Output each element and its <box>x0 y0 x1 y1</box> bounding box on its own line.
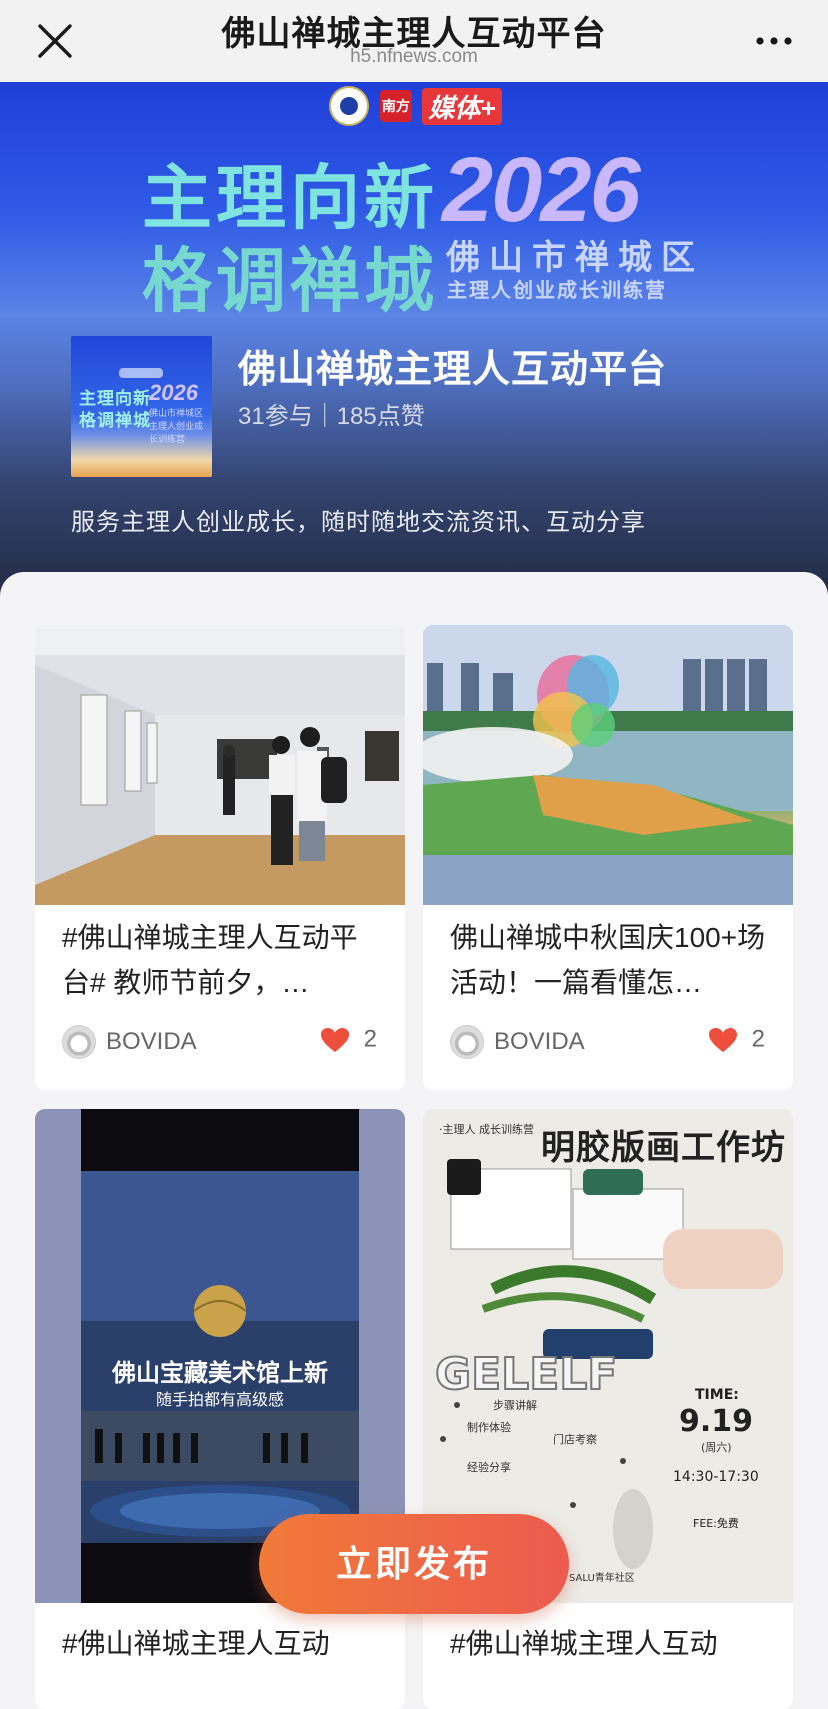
post-title: 佛山禅城中秋国庆100+场活动！一篇看懂怎… <box>450 922 766 998</box>
nav-url: h5.nfnews.com <box>350 46 478 67</box>
camp-name: 佛山市禅城区 <box>446 239 704 277</box>
poster-date: 9.19 <box>679 1404 753 1439</box>
museum-interior: 佛山宝藏美术馆上新 随手拍都有高级感 <box>81 1171 359 1543</box>
overlay-subtitle: 随手拍都有高级感 <box>156 1390 284 1409</box>
gallery-photo <box>35 625 405 905</box>
media-plus-logo: 媒体+ <box>422 87 502 125</box>
poster-fee: FEE:免费 <box>693 1516 739 1530</box>
like-counter[interactable]: 2 <box>708 1025 765 1054</box>
poster-brand: GELELF <box>435 1349 617 1400</box>
heart-icon[interactable] <box>320 1027 350 1053</box>
heart-icon[interactable] <box>708 1027 738 1053</box>
post-title: #佛山禅城主理人互动 <box>62 1628 330 1659</box>
author-avatar <box>62 1025 96 1059</box>
post-card[interactable]: ·主理人 成长训练营 明胶版画工作坊 GELELF TIME: 9.19 (周六… <box>423 1109 793 1709</box>
post-card[interactable]: 佛山宝藏美术馆上新 随手拍都有高级感 #佛山禅城主理人互动 <box>35 1109 405 1709</box>
platform-description: 服务主理人创业成长，随时随地交流资讯、互动分享 <box>71 509 646 536</box>
more-icon[interactable] <box>754 26 794 56</box>
poster-weekday: (周六) <box>701 1441 732 1454</box>
post-author: BOVIDA <box>450 1025 585 1059</box>
poster-item: 经验分享 <box>467 1460 511 1474</box>
platform-title: 佛山禅城主理人互动平台 <box>238 349 668 391</box>
slogan-year: 2026 <box>442 139 641 241</box>
camp-subtitle: 主理人创业成长训练营 <box>447 280 667 302</box>
poster-item: 步骤讲解 <box>493 1398 537 1412</box>
poster-time-label: TIME: <box>695 1387 739 1403</box>
nanfang-logo: 南方 <box>379 90 412 122</box>
nav-bar: 佛山禅城主理人互动平台 h5.nfnews.com <box>0 0 828 82</box>
cover-caption: 佛山市禅城区 主理人创业成长训练营 <box>149 408 204 444</box>
sponsor-logos: 南方 媒体+ <box>0 86 828 126</box>
poster-hours: 14:30-17:30 <box>673 1469 759 1485</box>
poster-item: 制作体验 <box>467 1420 511 1434</box>
emblem-logo <box>329 86 370 126</box>
publish-button[interactable]: 立即发布 <box>259 1514 569 1614</box>
post-title: #佛山禅城主理人互动 <box>450 1628 718 1659</box>
post-feed: #佛山禅城主理人互动平台# 教师节前夕，… BOVIDA 2 佛山禅城中秋国庆1… <box>0 572 828 1709</box>
post-title: #佛山禅城主理人互动平台# 教师节前夕，… <box>62 922 358 998</box>
poster-item: 门店考察 <box>553 1432 597 1446</box>
overlay-title: 佛山宝藏美术馆上新 <box>111 1358 328 1387</box>
dragon-boat-photo <box>423 625 793 905</box>
post-card[interactable]: 佛山禅城中秋国庆100+场活动！一篇看懂怎… BOVIDA 2 <box>423 625 793 1090</box>
poster-venue: SALU青年社区 <box>569 1571 635 1584</box>
post-card[interactable]: #佛山禅城主理人互动平台# 教师节前夕，… BOVIDA 2 <box>35 625 405 1090</box>
cover-year: 2026 <box>149 380 198 405</box>
cover-logos <box>119 368 163 378</box>
post-author: BOVIDA <box>62 1025 197 1059</box>
poster-tag: ·主理人 成长训练营 <box>439 1122 534 1136</box>
platform-cover-image: 主理向新 格调禅城 2026 佛山市禅城区 主理人创业成长训练营 <box>71 336 212 477</box>
slogan-line-2: 格调禅城 <box>142 242 438 320</box>
like-counter[interactable]: 2 <box>320 1025 377 1054</box>
platform-stats: 31参与｜185点赞 <box>238 403 425 430</box>
poster-headline: 明胶版画工作坊 <box>541 1128 785 1168</box>
author-avatar <box>450 1025 484 1059</box>
cover-line-2: 格调禅城 <box>79 411 151 430</box>
hero-banner: 南方 媒体+ 主理向新 格调禅城 2026 佛山市禅城区 主理人创业成长训练营 … <box>0 82 828 600</box>
